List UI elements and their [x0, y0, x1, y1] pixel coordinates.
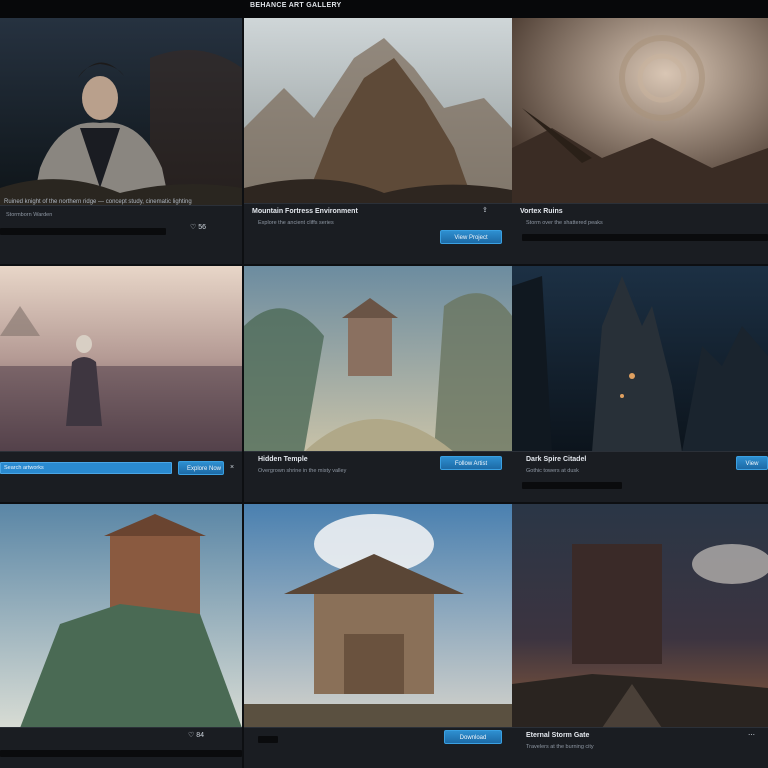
artwork-card-pagoda[interactable]: Download [244, 504, 512, 768]
artwork-image-wanderer[interactable] [0, 266, 242, 452]
download-button[interactable]: Download [444, 730, 502, 744]
card-panel: ♡ 84 [0, 727, 242, 768]
search-input[interactable]: Search artworks [0, 462, 172, 474]
follow-button[interactable]: Follow Artist [440, 456, 502, 470]
card-panel: Hidden Temple Overgrown shrine in the mi… [244, 451, 512, 502]
progress-track [522, 234, 768, 241]
top-bar: BEHANCE ART GALLERY [0, 0, 768, 18]
card-panel: Vortex Ruins Storm over the shattered pe… [512, 203, 768, 264]
artwork-image-mountain[interactable] [244, 18, 512, 204]
more-icon[interactable]: ⋯ [748, 732, 755, 740]
artwork-card-citadel[interactable]: Dark Spire Citadel Gothic towers at dusk… [512, 266, 768, 502]
artwork-card-vortex[interactable]: Vortex Ruins Storm over the shattered pe… [512, 18, 768, 264]
share-icon[interactable]: ⇪ [482, 207, 488, 215]
like-count: ♡ 56 [190, 224, 207, 231]
artwork-title: Dark Spire Citadel [526, 456, 587, 463]
artwork-subtitle: Travelers at the burning city [526, 744, 594, 750]
artwork-card-storm[interactable]: Eternal Storm Gate Travelers at the burn… [512, 504, 768, 768]
artwork-card-cliff[interactable]: ♡ 84 [0, 504, 242, 768]
progress-track [258, 736, 278, 743]
explore-button[interactable]: Explore Now [178, 461, 224, 475]
card-panel: Ruined knight of the northern ridge — co… [0, 199, 242, 264]
artwork-subtitle: Explore the ancient cliffs series [258, 220, 334, 226]
card-panel: Dark Spire Citadel Gothic towers at dusk… [512, 451, 768, 502]
artwork-subtitle: Storm over the shattered peaks [526, 220, 603, 226]
card-panel: Mountain Fortress Environment Explore th… [244, 203, 512, 264]
artwork-title: Vortex Ruins [520, 208, 563, 215]
like-icon[interactable]: ♡ 84 [188, 732, 204, 740]
artwork-card-warden[interactable]: Ruined knight of the northern ridge — co… [0, 18, 242, 264]
progress-track [0, 228, 166, 235]
artwork-image-citadel[interactable] [512, 266, 768, 452]
artwork-subtitle: Gothic towers at dusk [526, 468, 579, 474]
artwork-image-pagoda[interactable] [244, 504, 512, 728]
view-button[interactable]: View [736, 456, 768, 470]
artwork-image-warden[interactable] [0, 18, 242, 206]
card-panel: Eternal Storm Gate Travelers at the burn… [512, 727, 768, 768]
like-count: ♡ 84 [188, 732, 205, 739]
artwork-card-mountain[interactable]: Mountain Fortress Environment Explore th… [244, 18, 512, 264]
card-panel: Download [244, 727, 512, 768]
artwork-title: Eternal Storm Gate [526, 732, 590, 739]
artwork-image-storm[interactable] [512, 504, 768, 728]
artwork-card-temple[interactable]: Hidden Temple Overgrown shrine in the mi… [244, 266, 512, 502]
artist-name: Stormborn Warden [6, 212, 53, 218]
artwork-grid: Ruined knight of the northern ridge — co… [0, 18, 768, 768]
artwork-image-vortex[interactable] [512, 18, 768, 204]
artwork-caption: Ruined knight of the northern ridge — co… [4, 199, 192, 205]
artwork-title: Hidden Temple [258, 456, 308, 463]
card-panel: Search artworks Explore Now × [0, 451, 242, 502]
progress-track [522, 482, 622, 489]
close-icon[interactable]: × [230, 464, 234, 472]
progress-track [0, 750, 242, 757]
artwork-subtitle: Overgrown shrine in the misty valley [258, 468, 347, 474]
view-project-button[interactable]: View Project [440, 230, 502, 244]
window-title: BEHANCE ART GALLERY [250, 2, 342, 9]
artwork-card-wanderer[interactable]: Search artworks Explore Now × [0, 266, 242, 502]
like-icon[interactable]: ♡ 56 [190, 224, 206, 232]
artwork-image-temple[interactable] [244, 266, 512, 452]
artwork-image-cliff[interactable] [0, 504, 242, 728]
artwork-title: Mountain Fortress Environment [252, 208, 358, 215]
